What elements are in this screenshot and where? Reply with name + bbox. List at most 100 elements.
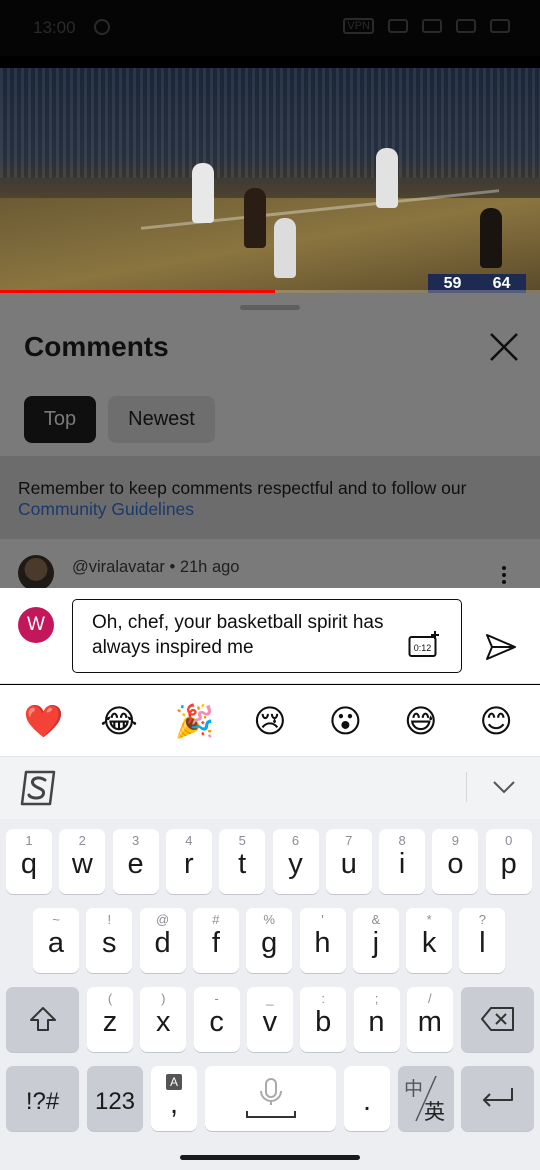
key-f[interactable]: # f <box>192 908 239 973</box>
sogou-logo-icon[interactable] <box>18 769 58 807</box>
toolbar-divider <box>466 772 467 802</box>
key-q[interactable]: 1q <box>6 829 52 894</box>
key-h[interactable]: ' h <box>299 908 346 973</box>
player-figure <box>274 218 296 278</box>
key-hint: 6 <box>291 833 300 848</box>
key-label: d <box>154 927 171 959</box>
enter-key[interactable] <box>461 1066 534 1131</box>
player-figure <box>480 208 502 268</box>
period-key[interactable]: . <box>344 1066 390 1131</box>
tab-newest[interactable]: Newest <box>108 396 215 443</box>
key-m[interactable]: / m <box>406 987 453 1052</box>
key-label: p <box>500 848 517 880</box>
key-z[interactable]: (z <box>87 987 133 1052</box>
symbols-key[interactable]: !?# <box>6 1066 79 1131</box>
language-switch-key[interactable]: 中 英 <box>398 1066 454 1131</box>
key-hint: ( <box>107 991 113 1006</box>
close-icon[interactable] <box>486 329 522 365</box>
chevron-down-icon[interactable] <box>492 779 516 795</box>
status-time: 13:00 <box>33 18 76 37</box>
key-hint: 4 <box>185 833 193 848</box>
key-w[interactable]: 2w <box>59 829 106 894</box>
backspace-key[interactable] <box>461 987 534 1052</box>
key-hint: & <box>371 912 381 927</box>
emoji-smile[interactable]: 😊 <box>472 702 520 740</box>
send-icon[interactable] <box>484 632 518 662</box>
key-hint: 9 <box>451 833 459 848</box>
shift-key[interactable] <box>6 987 79 1052</box>
emoji-laughing[interactable]: 😂 <box>95 702 143 740</box>
key-label: q <box>20 848 38 880</box>
key-label: b <box>315 1006 332 1038</box>
emoji-quick-bar: ❤️ 😂 🎉 😢 😮 😅 😊 <box>0 685 540 757</box>
microphone-icon <box>246 1078 296 1118</box>
key-p[interactable]: 0p <box>485 829 532 894</box>
key-hint: 8 <box>398 833 406 848</box>
drag-handle[interactable] <box>240 305 300 310</box>
battery-icon <box>490 19 510 33</box>
emoji-heart[interactable]: ❤️ <box>20 702 68 740</box>
emoji-party-popper[interactable]: 🎉 <box>171 702 219 740</box>
symbols-key-label: !?# <box>25 1088 60 1115</box>
video-player[interactable]: 59 64 <box>0 68 540 293</box>
comment-age: • 21h ago <box>169 558 240 576</box>
community-guidelines-link[interactable]: Community Guidelines <box>18 499 522 520</box>
key-e[interactable]: 3e <box>112 829 159 894</box>
key-label: a <box>47 927 65 959</box>
key-r[interactable]: 4r <box>165 829 212 894</box>
more-options-icon[interactable] <box>500 565 508 585</box>
key-label: t <box>238 848 247 880</box>
key-x[interactable]: ) x <box>140 987 187 1052</box>
key-label: y <box>288 848 303 880</box>
comment-composer: W Oh, chef, your basketball spirit has a… <box>0 588 540 684</box>
key-b[interactable]: :b <box>300 987 347 1052</box>
comment-author[interactable]: @viralavatar <box>72 558 165 576</box>
key-t[interactable]: 5t <box>219 829 266 894</box>
comment-input[interactable]: Oh, chef, your basketball spirit has alw… <box>72 599 462 673</box>
comment-avatar[interactable] <box>18 555 54 588</box>
key-v[interactable]: _ v <box>246 987 293 1052</box>
key-y[interactable]: 6y <box>272 829 319 894</box>
emoji-crying[interactable]: 😢 <box>246 702 294 740</box>
key-j[interactable]: & j <box>352 908 399 973</box>
key-l[interactable]: ? l <box>459 908 506 973</box>
gesture-bar[interactable] <box>180 1155 360 1160</box>
key-g[interactable]: % g <box>246 908 293 973</box>
key-k[interactable]: * k <box>406 908 453 973</box>
add-timestamp-icon[interactable]: 0:12 <box>408 630 440 658</box>
key-c[interactable]: -c <box>193 987 240 1052</box>
key-hint: / <box>427 991 432 1006</box>
key-o[interactable]: 9o <box>432 829 479 894</box>
key-hint: 1 <box>25 833 33 848</box>
numbers-key[interactable]: 123 <box>87 1066 143 1131</box>
wifi-icon <box>422 19 442 33</box>
key-s[interactable]: ! s <box>86 908 133 973</box>
key-d[interactable]: @ d <box>139 908 186 973</box>
tab-top[interactable]: Top <box>24 396 96 443</box>
keyboard-toolbar <box>0 757 540 819</box>
key-hint: 0 <box>505 833 513 848</box>
key-label: o <box>447 848 464 880</box>
key-n[interactable]: ; n <box>353 987 400 1052</box>
player-figure <box>376 148 398 208</box>
key-a[interactable]: ~ a <box>33 908 79 973</box>
enter-icon <box>483 1088 513 1107</box>
key-label: z <box>102 1006 118 1038</box>
key-hint: % <box>263 912 275 927</box>
key-i[interactable]: 8i <box>379 829 426 894</box>
key-hint: # <box>212 912 220 927</box>
space-key[interactable] <box>205 1066 336 1131</box>
status-bar: 13:00 VPN <box>0 0 540 56</box>
key-hint: 5 <box>238 833 246 848</box>
video-crowd <box>0 68 540 178</box>
comma-key[interactable]: A , <box>151 1066 197 1131</box>
emoji-sweat-smile[interactable]: 😅 <box>397 702 445 740</box>
comments-sheet: Comments Top Newest Remember to keep com… <box>0 293 540 588</box>
key-hint: _ <box>266 991 274 1006</box>
emoji-surprised[interactable]: 😮 <box>321 702 369 740</box>
key-u[interactable]: 7u <box>325 829 372 894</box>
key-hint: @ <box>155 912 170 927</box>
key-hint: : <box>321 991 325 1006</box>
comment-meta: @viralavatar • 21h ago <box>72 558 239 577</box>
key-label: r <box>184 848 194 880</box>
